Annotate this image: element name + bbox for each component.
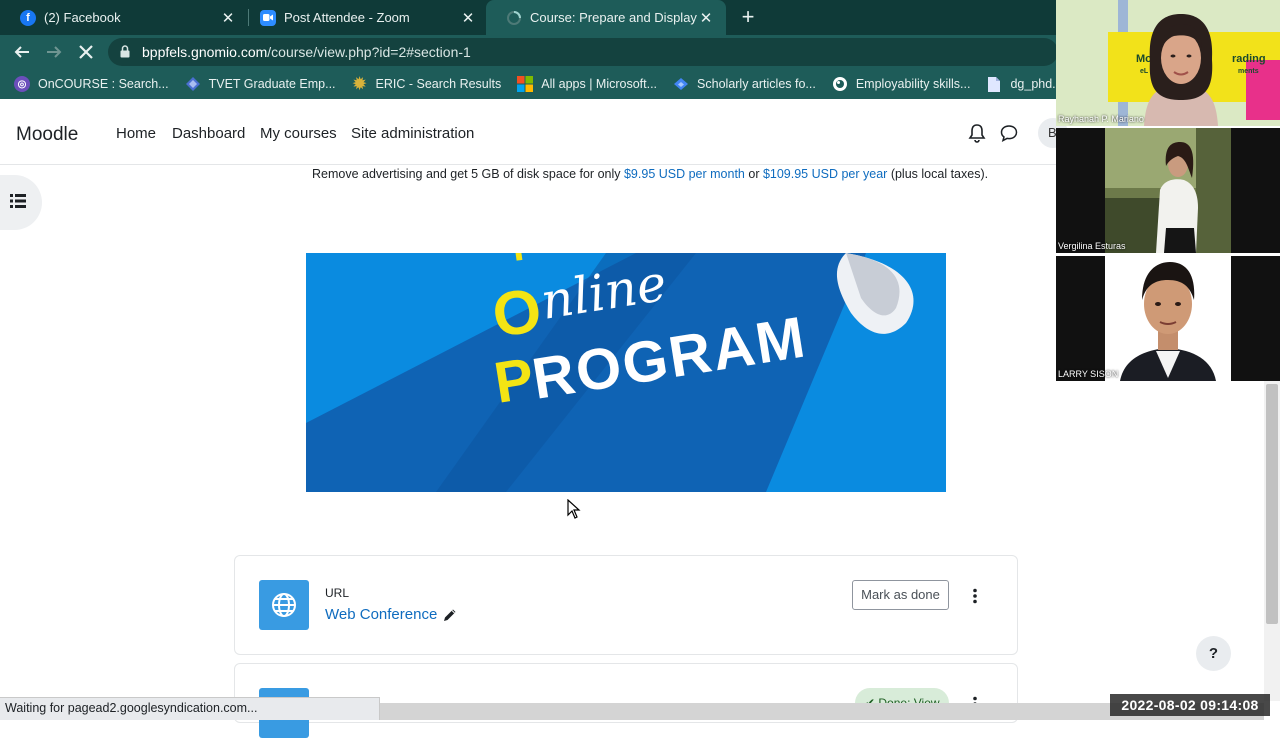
bell-icon[interactable]	[968, 123, 986, 143]
mark-as-done-button[interactable]: Mark as done	[852, 580, 949, 610]
moodle-navbar: Moodle Home Dashboard My courses Site ad…	[0, 99, 1068, 165]
tab-title: (2) Facebook	[44, 10, 121, 25]
slide-text: eL	[1140, 68, 1149, 75]
ad-text: or	[744, 167, 763, 181]
nav-site-administration[interactable]: Site administration	[351, 125, 474, 142]
eric-icon: ✹	[352, 76, 367, 93]
slide-text: rading	[1232, 53, 1266, 65]
file-icon	[986, 76, 1002, 92]
activity-link[interactable]: Web Conference	[325, 606, 437, 623]
participant-name: LARRY SISON	[1058, 369, 1119, 379]
tab-title: Post Attendee - Zoom	[284, 10, 410, 25]
nav-my-courses[interactable]: My courses	[260, 125, 337, 142]
oncourse-icon: ◎	[14, 76, 30, 92]
scholar-icon	[673, 76, 689, 92]
bookmark-microsoft[interactable]: All apps | Microsoft...	[517, 76, 657, 92]
forward-arrow-icon[interactable]	[43, 41, 65, 63]
bookmarks-bar: ◎ OnCOURSE : Search... TVET Graduate Emp.…	[0, 69, 1056, 99]
tab-facebook[interactable]: f (2) Facebook ✕	[0, 0, 248, 35]
bookmark-label: ERIC - Search Results	[375, 77, 502, 91]
tvet-icon	[185, 76, 201, 92]
online-program-graphic: I O nline P ROGRAM	[306, 253, 946, 492]
url-host: bppfels.gnomio.com	[142, 44, 268, 60]
globe-icon	[832, 76, 848, 92]
participant-video: Mo rading eL ments	[1056, 0, 1280, 126]
globe-icon	[272, 593, 296, 617]
zoom-video-tile[interactable]: Vergilina Esturas	[1056, 128, 1280, 253]
site-brand[interactable]: Moodle	[16, 124, 78, 146]
zoom-video-tile[interactable]: LARRY SISON	[1056, 256, 1280, 381]
close-tab-icon[interactable]: ✕	[698, 9, 714, 27]
tab-zoom[interactable]: Post Attendee - Zoom ✕	[240, 0, 488, 35]
url-path: /course/view.php?id=2#section-1	[267, 44, 471, 60]
nav-dashboard[interactable]: Dashboard	[172, 125, 245, 142]
more-options-icon[interactable]	[972, 588, 978, 604]
bookmark-label: Scholarly articles fo...	[697, 77, 816, 91]
bookmark-scholar[interactable]: Scholarly articles fo...	[673, 76, 816, 92]
close-tab-icon[interactable]: ✕	[460, 9, 476, 27]
bookmark-label: All apps | Microsoft...	[541, 77, 658, 91]
ad-text: Remove advertising and get 5 GB of disk …	[312, 167, 624, 181]
bookmark-label: dg_phd.pdf	[1010, 77, 1056, 91]
help-button[interactable]: ?	[1196, 636, 1231, 671]
loading-spinner-icon	[506, 10, 522, 26]
address-bar[interactable]: bppfels.gnomio.com/course/view.php?id=2#…	[108, 38, 1058, 66]
browser-toolbar: bppfels.gnomio.com/course/view.php?id=2#…	[0, 35, 1058, 69]
stop-loading-icon[interactable]	[75, 41, 97, 63]
slide-text: Mo	[1136, 53, 1152, 65]
bookmark-label: TVET Graduate Emp...	[208, 77, 336, 91]
bookmark-pdf[interactable]: dg_phd.pdf	[986, 76, 1056, 92]
close-tab-icon[interactable]: ✕	[220, 9, 236, 27]
bookmark-tvet[interactable]: TVET Graduate Emp...	[185, 76, 336, 92]
participant-name: Rayhanah P. Mariano	[1058, 114, 1144, 124]
participant-name: Vergilina Esturas	[1058, 241, 1126, 251]
slide-text: ments	[1238, 68, 1259, 75]
facebook-icon: f	[20, 9, 36, 26]
scrollbar-thumb[interactable]	[1266, 384, 1278, 624]
microsoft-icon	[517, 76, 534, 92]
url-activity-icon[interactable]	[259, 580, 309, 630]
bookmark-employability[interactable]: Employability skills...	[832, 76, 971, 92]
bookmark-label: Employability skills...	[855, 77, 971, 91]
message-icon[interactable]	[1000, 124, 1018, 142]
mouse-cursor-icon	[567, 499, 581, 519]
bookmark-label: OnCOURSE : Search...	[38, 77, 169, 91]
course-banner-image: I O nline P ROGRAM	[306, 253, 946, 492]
participant-video	[1056, 256, 1280, 381]
tab-title: Course: Prepare and Display Petit	[530, 10, 698, 25]
recording-timestamp: 2022-08-02 09:14:08	[1110, 694, 1270, 716]
bookmark-oncourse[interactable]: ◎ OnCOURSE : Search...	[14, 76, 169, 92]
activity-type-label: URL	[325, 586, 350, 600]
tab-course[interactable]: Course: Prepare and Display Petit ✕	[486, 0, 726, 35]
monthly-plan-link[interactable]: $9.95 USD per month	[624, 167, 745, 181]
yearly-plan-link[interactable]: $109.95 USD per year	[763, 167, 887, 181]
zoom-video-tile[interactable]: Mo rading eL ments Rayhanah P. Mariano	[1056, 0, 1280, 126]
lock-icon[interactable]	[120, 45, 130, 58]
course-index-toggle[interactable]	[0, 175, 42, 230]
edit-pencil-icon[interactable]	[443, 608, 457, 622]
bookmark-eric[interactable]: ✹ ERIC - Search Results	[352, 76, 502, 93]
nav-home[interactable]: Home	[116, 125, 156, 142]
back-arrow-icon[interactable]	[11, 41, 33, 63]
list-icon	[10, 194, 26, 208]
browser-tab-strip: f (2) Facebook ✕ Post Attendee - Zoom ✕ …	[0, 0, 1056, 35]
banner-letter-o: O	[488, 276, 545, 351]
browser-status-bar: Waiting for pagead2.googlesyndication.co…	[0, 697, 380, 720]
zoom-icon	[260, 9, 276, 26]
participant-video	[1056, 128, 1280, 253]
new-tab-icon[interactable]: +	[736, 6, 760, 30]
url-text: bppfels.gnomio.com/course/view.php?id=2#…	[142, 44, 471, 60]
advertising-notice: Remove advertising and get 5 GB of disk …	[312, 167, 988, 181]
ad-text: (plus local taxes).	[887, 167, 989, 181]
activity-web-conference: URL Web Conference Mark as done	[234, 555, 1018, 655]
